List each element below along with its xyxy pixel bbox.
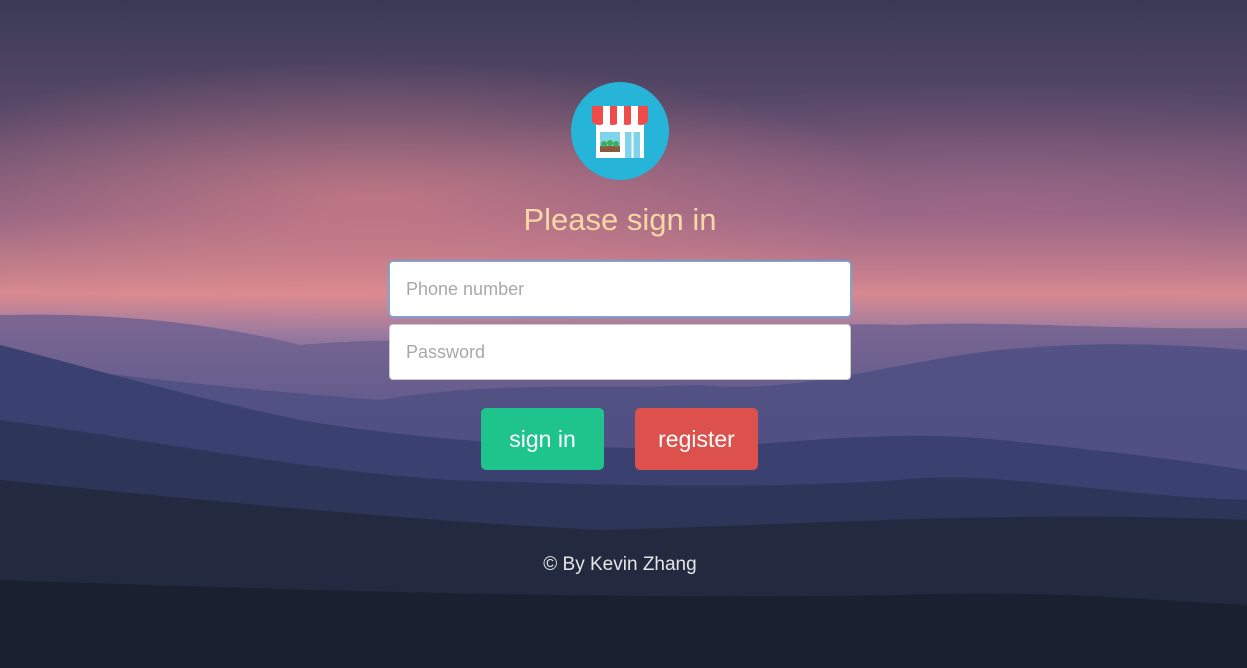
password-input[interactable]: [389, 324, 851, 380]
store-logo: [571, 82, 669, 180]
phone-number-input[interactable]: [389, 261, 851, 317]
page-title: Please sign in: [523, 202, 717, 237]
storefront-icon: [592, 106, 648, 158]
footer-credit: © By Kevin Zhang: [543, 554, 697, 575]
sign-in-button[interactable]: sign in: [481, 408, 604, 470]
register-button[interactable]: register: [635, 408, 758, 470]
